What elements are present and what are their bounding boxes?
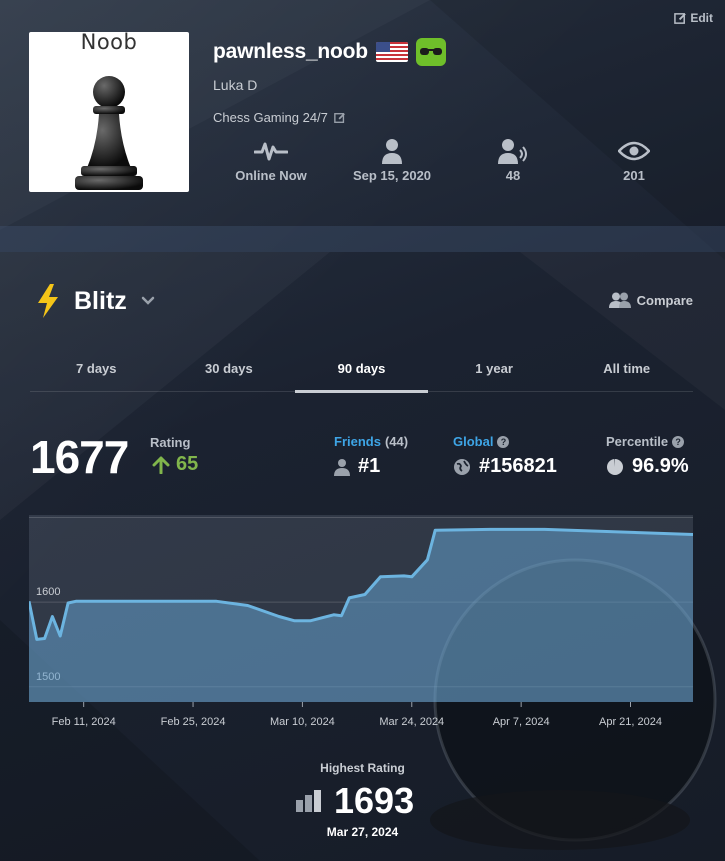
chart-x-tick-label: Feb 11, 2024: [52, 716, 116, 728]
friends-count: (44): [384, 434, 409, 449]
help-icon[interactable]: ?: [497, 435, 510, 448]
compare-button[interactable]: Compare: [608, 292, 693, 308]
sunglasses-badge-icon: [415, 38, 446, 66]
pie-icon: [607, 458, 623, 475]
chart-x-tick-label: Apr 7, 2024: [493, 716, 550, 728]
global-rank-head: Global ?: [453, 434, 557, 449]
status-row: Chess Gaming 24/7: [213, 110, 346, 125]
status-text: Chess Gaming 24/7: [213, 110, 328, 125]
globe-icon: [454, 458, 470, 475]
stat-value: Online Now: [235, 168, 307, 183]
stat-value: 48: [505, 168, 521, 183]
tab-1-year[interactable]: 1 year: [428, 350, 561, 391]
eye-icon: [584, 136, 684, 166]
friends-icon: [463, 136, 563, 166]
tab-30-days[interactable]: 30 days: [163, 350, 296, 391]
avatar[interactable]: Noob: [29, 32, 189, 192]
help-icon[interactable]: ?: [672, 435, 685, 448]
pulse-icon: [221, 136, 321, 166]
game-type-label: Blitz: [74, 286, 127, 315]
chart-x-tick-label: Mar 10, 2024: [270, 716, 335, 728]
percentile-head: Percentile ?: [606, 434, 689, 449]
rating-label: Rating: [150, 435, 191, 450]
tab-all-time[interactable]: All time: [560, 350, 693, 391]
pawn-icon: [75, 76, 143, 190]
highest-rating: 1693: [296, 780, 414, 822]
chart-y-tick-label: 1600: [36, 586, 60, 598]
global-rank[interactable]: Global ? #156821: [453, 434, 557, 478]
global-rank-value: #156821: [479, 455, 557, 477]
friends-rank-body: #1: [334, 455, 408, 478]
percentile-label: Percentile: [606, 434, 669, 449]
username[interactable]: pawnless_noob: [213, 40, 368, 64]
stat-friends[interactable]: 48: [463, 136, 563, 183]
edit-icon: [674, 12, 687, 24]
rating-change: 65: [152, 453, 198, 476]
real-name: Luka D: [213, 77, 258, 93]
percentile: Percentile ? 96.9%: [606, 434, 689, 478]
friends-rank[interactable]: Friends (44) #1: [334, 434, 408, 478]
global-rank-body: #156821: [453, 455, 557, 478]
lightning-icon: [38, 284, 58, 318]
compare-label: Compare: [636, 292, 693, 308]
highest-rating-label: Highest Rating: [320, 761, 405, 775]
chart-x-tick-label: Mar 24, 2024: [379, 716, 444, 728]
highest-rating-date: Mar 27, 2024: [326, 825, 399, 839]
rating-chart-svg: 150016001700Feb 11, 2024Feb 25, 2024Mar …: [27, 502, 694, 728]
current-rating: 1677: [30, 431, 129, 483]
tab-7-days[interactable]: 7 days: [30, 350, 163, 391]
compare-users-icon: [608, 292, 631, 308]
edit-label: Edit: [690, 11, 713, 25]
avatar-caption: Noob: [80, 32, 138, 54]
person-icon: [342, 136, 442, 166]
friends-rank-head: Friends (44): [334, 434, 408, 449]
friends-label[interactable]: Friends: [334, 434, 381, 449]
rating-change-value: 65: [176, 453, 199, 475]
chart-x-tick-label: Feb 25, 2024: [161, 716, 226, 728]
global-label[interactable]: Global: [453, 434, 493, 449]
arrow-up-icon: [152, 456, 170, 474]
stat-value: 201: [623, 168, 645, 183]
chart-x-tick-label: Apr 21, 2024: [599, 716, 662, 728]
friends-rank-value: #1: [358, 455, 381, 477]
time-range-tabs: 7 days 30 days 90 days 1 year All time: [30, 350, 693, 393]
highest-rating-value: 1693: [334, 780, 415, 821]
person-icon: [334, 458, 350, 476]
section-divider: [0, 226, 725, 252]
chevron-down-icon: [141, 296, 155, 305]
rating-chart[interactable]: 150016001700Feb 11, 2024Feb 25, 2024Mar …: [27, 502, 694, 731]
stat-online: Online Now: [221, 136, 321, 183]
username-row: pawnless_noob: [213, 38, 446, 66]
percentile-body: 96.9%: [606, 455, 689, 478]
percentile-value: 96.9%: [632, 455, 689, 477]
us-flag-icon: [375, 42, 408, 62]
edit-button[interactable]: Edit: [674, 11, 713, 25]
stat-joined: Sep 15, 2020: [342, 136, 442, 183]
edit-status-icon[interactable]: [334, 112, 346, 124]
tab-90-days[interactable]: 90 days: [295, 350, 428, 393]
stat-views: 201: [584, 136, 684, 183]
stat-value: Sep 15, 2020: [352, 168, 432, 183]
bar-chart-icon: [296, 790, 321, 812]
game-type-selector[interactable]: Blitz: [36, 284, 155, 318]
